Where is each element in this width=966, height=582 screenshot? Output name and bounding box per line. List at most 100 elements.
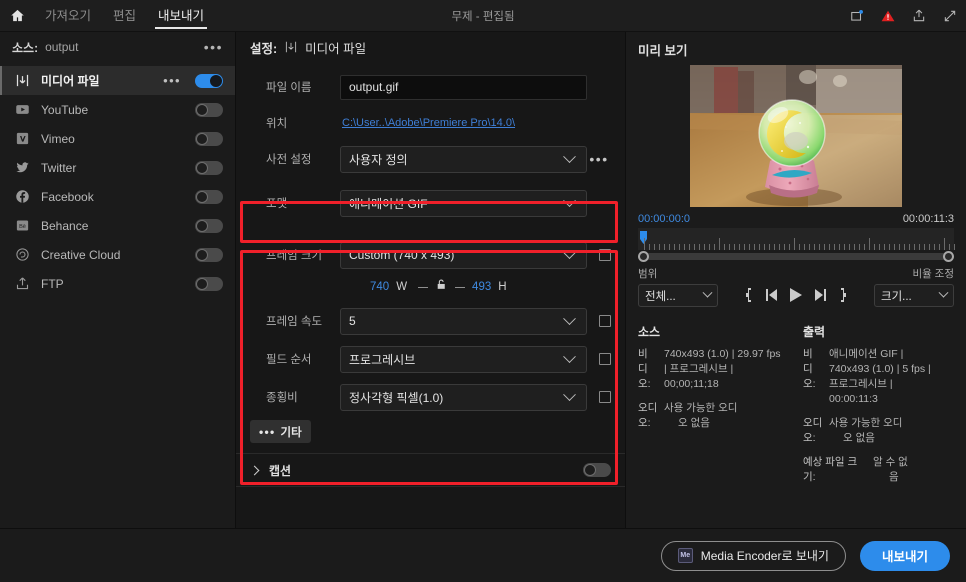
- sidebar-item-creative-cloud[interactable]: Creative Cloud: [0, 240, 235, 269]
- range-handle-end[interactable]: [943, 250, 954, 262]
- notification-icon[interactable]: [849, 8, 865, 24]
- source-audio-value-2: 오 없음: [678, 417, 710, 429]
- output-video-key-1: 비: [803, 348, 813, 360]
- source-audio-key-2: 오:: [638, 417, 651, 429]
- range-track[interactable]: [644, 252, 948, 260]
- preview-panel: 미리 보기 00:00:00:0 00:00:11:3 범위 전체... 비율 …: [626, 32, 966, 528]
- preset-select[interactable]: 사용자 정의: [340, 145, 587, 173]
- unlock-icon[interactable]: [435, 278, 448, 296]
- output-audio-group: 오디 사용 가능한 오디 오: 오 없음: [803, 416, 954, 446]
- facebook-toggle[interactable]: [195, 189, 223, 204]
- transport-controls: [745, 286, 847, 307]
- more-settings-button[interactable]: ••• 기타: [250, 420, 311, 443]
- sidebar-item-ftp[interactable]: FTP: [0, 269, 235, 298]
- settings-form: 파일 이름 output.gif 위치 C:\User..\Adobe\Prem…: [236, 62, 625, 528]
- preset-menu-icon[interactable]: •••: [587, 152, 611, 166]
- aspect-checkbox[interactable]: [599, 391, 611, 403]
- tab-edit[interactable]: 편집: [102, 0, 147, 32]
- output-video-key-3: 오:: [803, 378, 816, 390]
- sidebar-item-behance[interactable]: Bē Behance: [0, 211, 235, 240]
- preview-image: [690, 65, 902, 207]
- info-columns: 소스 비 740x493 (1.0) | 29.97 fps 디 | 프로그레시브 …: [636, 323, 956, 494]
- frame-rate-select[interactable]: 5: [340, 307, 587, 335]
- ftp-icon: [14, 275, 31, 292]
- tab-export[interactable]: 내보내기: [147, 0, 215, 32]
- chevron-down-icon: [563, 349, 576, 363]
- twitter-icon: [14, 159, 31, 176]
- frame-rate-checkbox[interactable]: [599, 315, 611, 327]
- link-dash-right: [455, 286, 466, 288]
- source-label: 소스:: [12, 40, 39, 55]
- range-handle-start[interactable]: [638, 250, 649, 262]
- fullscreen-icon[interactable]: [942, 8, 958, 24]
- timecode-row: 00:00:00:0 00:00:11:3: [636, 207, 956, 225]
- preset-label: 사전 설정: [266, 154, 312, 166]
- vimeo-toggle[interactable]: [195, 131, 223, 146]
- timecode-out: 00:00:11:3: [902, 213, 954, 225]
- facebook-icon: [14, 188, 31, 205]
- location-link[interactable]: C:\User..\Adobe\Premiere Pro\14.0\: [340, 117, 515, 129]
- dimensions-row: 740 W 493 H: [236, 274, 625, 300]
- format-select[interactable]: 애니메이션 GIF: [340, 189, 587, 217]
- play-icon[interactable]: [790, 286, 802, 304]
- frame-size-checkbox[interactable]: [599, 249, 611, 261]
- ruler-tick: [794, 238, 795, 250]
- media-file-menu-icon[interactable]: •••: [163, 74, 181, 87]
- height-value[interactable]: 493: [472, 281, 491, 293]
- field-order-select[interactable]: 프로그레시브: [340, 345, 587, 373]
- twitter-toggle[interactable]: [195, 160, 223, 175]
- range-select[interactable]: 전체...: [638, 284, 718, 307]
- chevron-down-icon: [563, 193, 576, 207]
- aspect-label: 종횡비: [266, 392, 298, 404]
- timecode-in: 00:00:00:0: [638, 213, 690, 225]
- sidebar-item-media-file[interactable]: 미디어 파일 •••: [0, 66, 235, 95]
- warning-icon[interactable]: [880, 8, 896, 24]
- send-to-media-encoder-button[interactable]: Me Media Encoder로 보내기: [660, 540, 846, 571]
- range-label: 범위: [638, 268, 658, 280]
- source-info-column: 소스 비 740x493 (1.0) | 29.97 fps 디 | 프로그레시브 …: [638, 323, 789, 494]
- aspect-select[interactable]: 정사각형 픽셀(1.0): [340, 383, 587, 411]
- youtube-toggle[interactable]: [195, 102, 223, 117]
- sidebar-item-twitter[interactable]: Twitter: [0, 153, 235, 182]
- step-forward-icon[interactable]: [814, 286, 828, 304]
- frame-rate-label: 프레임 속도: [266, 316, 323, 328]
- timeline-ruler[interactable]: [638, 228, 955, 250]
- media-file-toggle[interactable]: [195, 73, 223, 88]
- caption-toggle[interactable]: [583, 463, 611, 477]
- ruler-tick: [944, 238, 945, 250]
- preview-stage: [636, 65, 956, 207]
- output-audio-key-2: 오:: [803, 432, 816, 444]
- more-dots-icon: •••: [259, 424, 276, 439]
- sidebar-item-label: Behance: [41, 218, 89, 233]
- out-point-icon[interactable]: [840, 286, 847, 304]
- scale-select[interactable]: 크기...: [874, 284, 954, 307]
- source-video-key-3: 오:: [638, 378, 651, 390]
- tab-import[interactable]: 가져오기: [34, 0, 102, 32]
- filesize-value-2: 음: [889, 471, 899, 483]
- sidebar-item-vimeo[interactable]: Vimeo: [0, 124, 235, 153]
- ftp-toggle[interactable]: [195, 276, 223, 291]
- output-video-key-2: 디: [803, 363, 813, 375]
- source-video-key-1: 비: [638, 348, 648, 360]
- filename-input[interactable]: output.gif: [340, 74, 587, 100]
- in-point-icon[interactable]: [745, 286, 752, 304]
- media-encoder-icon: Me: [677, 548, 693, 563]
- destination-list: 미디어 파일 ••• YouTube Vimeo Twitter Faceboo…: [0, 62, 235, 298]
- home-icon[interactable]: [0, 0, 34, 32]
- sidebar-item-youtube[interactable]: YouTube: [0, 95, 235, 124]
- field-order-checkbox[interactable]: [599, 353, 611, 365]
- source-menu-icon[interactable]: •••: [204, 40, 223, 54]
- source-video-value-2: | 프로그레시브 |: [664, 363, 734, 375]
- width-value[interactable]: 740: [370, 281, 389, 293]
- step-back-icon[interactable]: [764, 286, 778, 304]
- creative-cloud-toggle[interactable]: [195, 247, 223, 262]
- share-icon[interactable]: [911, 8, 927, 24]
- sidebar-item-facebook[interactable]: Facebook: [0, 182, 235, 211]
- export-button[interactable]: 내보내기: [859, 540, 950, 571]
- ruler-tick: [719, 238, 720, 250]
- destinations-sidebar: 소스: output ••• 미디어 파일 ••• YouTube Vimeo …: [0, 32, 236, 528]
- range-slider[interactable]: [638, 250, 954, 262]
- frame-size-select[interactable]: Custom (740 x 493): [340, 241, 587, 269]
- caption-section[interactable]: 캡션: [236, 453, 625, 487]
- behance-toggle[interactable]: [195, 218, 223, 233]
